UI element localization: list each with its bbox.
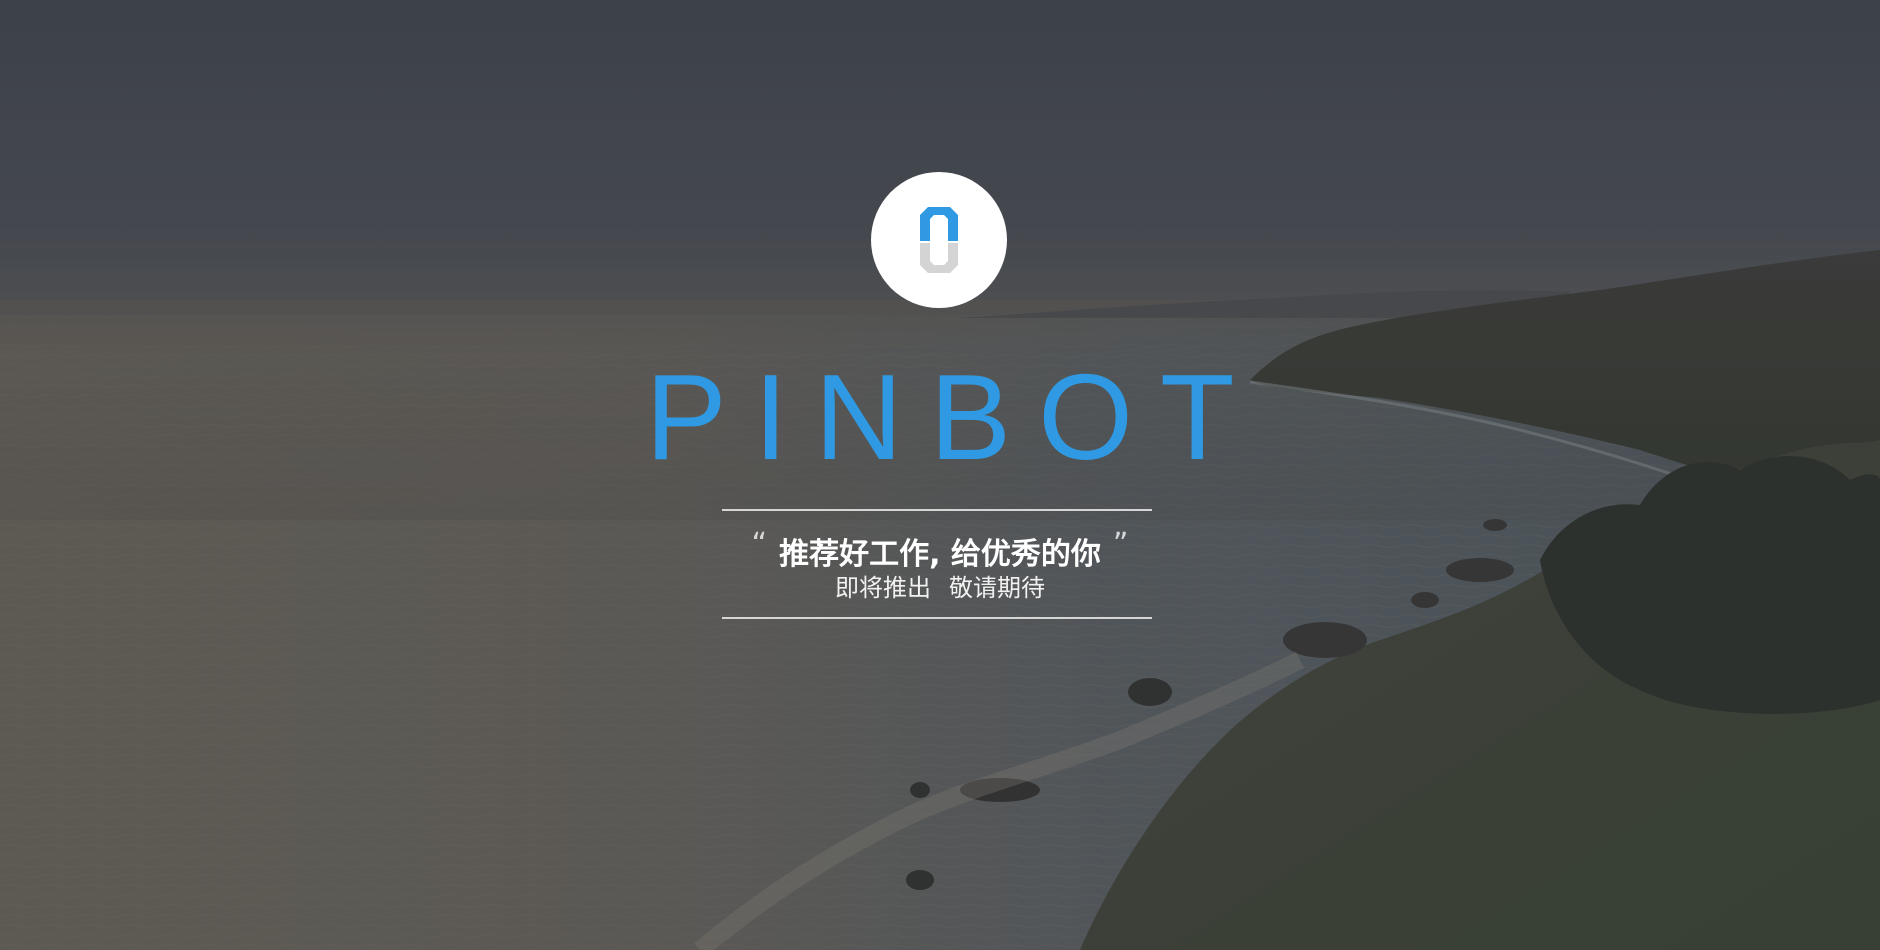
logo-badge (871, 172, 1007, 308)
hero-content: PINBOT “ 推荐好工作, 给优秀的你 ” 即将推出 敬请期待 (0, 0, 1880, 950)
tagline: “ 推荐好工作, 给优秀的你 ” (640, 524, 1240, 576)
stay-tuned-text: 敬请期待 (949, 574, 1045, 602)
coming-soon-notice: 即将推出 敬请期待 (640, 571, 1240, 605)
hero-section: PINBOT “ 推荐好工作, 给优秀的你 ” 即将推出 敬请期待 (0, 0, 1880, 950)
divider-top (722, 509, 1152, 511)
divider-bottom (722, 617, 1152, 619)
coming-soon-text: 即将推出 (835, 574, 931, 602)
close-quote: ” (1112, 527, 1129, 562)
brand-title: PINBOT (645, 349, 1262, 485)
open-quote: “ (751, 527, 768, 562)
pinbot-logo-icon (920, 207, 958, 273)
tagline-text: 推荐好工作, 给优秀的你 (779, 537, 1101, 572)
